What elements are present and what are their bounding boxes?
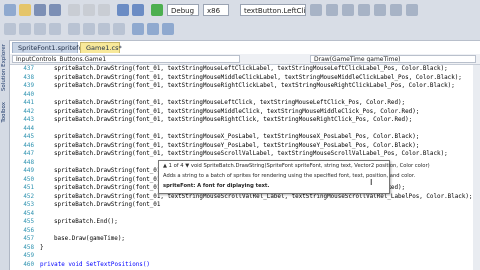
i-beam-cursor-icon: I (370, 178, 373, 187)
previous-bookmark-icon[interactable] (147, 23, 159, 35)
class-dropdown[interactable]: InputControls_Buttons.Game1 (12, 55, 240, 63)
tooltip-signature: void SpriteBatch.DrawString(SpriteFont s… (190, 163, 430, 169)
cut-icon[interactable] (68, 4, 80, 16)
paste-icon[interactable] (98, 4, 110, 16)
copy-icon[interactable] (83, 4, 95, 16)
comment-icon[interactable] (98, 23, 110, 35)
vertical-scrollbar[interactable] (473, 65, 480, 270)
decrease-indent-icon[interactable] (68, 23, 80, 35)
start-debugging-icon[interactable] (151, 4, 163, 16)
member-dropdown[interactable]: Draw(GameTime gameTime) (310, 55, 476, 63)
find-combo[interactable]: textButton.LeftClick (240, 4, 306, 16)
platform-combo[interactable]: x86 (203, 4, 229, 16)
tooltip-up-arrow-icon[interactable]: ▲ (163, 163, 167, 169)
object-browser-icon[interactable] (358, 4, 370, 16)
open-file-icon[interactable] (19, 4, 31, 16)
solution-explorer-tab[interactable]: Solution Explorer (1, 44, 7, 91)
bookmark-icon[interactable] (132, 23, 144, 35)
document-tabs: SpriteFont1.spritefont Game1.cs* (10, 42, 480, 54)
quick-info-icon[interactable] (34, 23, 46, 35)
toolbar-row-standard: Debug x86 textButton.LeftClick (0, 2, 480, 20)
navigation-bar: InputControls_Buttons.Game1 Draw(GameTim… (10, 54, 480, 65)
start-page-icon[interactable] (390, 4, 402, 16)
toolbox-tab[interactable]: Toolbox (1, 102, 7, 123)
redo-icon[interactable] (132, 4, 144, 16)
tooltip-overload-counter: 1 of 4 (168, 163, 184, 169)
list-members-icon[interactable] (4, 23, 16, 35)
tab-spritefont[interactable]: SpriteFont1.spritefont (12, 42, 89, 53)
configuration-combo[interactable]: Debug (167, 4, 199, 16)
next-bookmark-icon[interactable] (162, 23, 174, 35)
parameter-info-icon[interactable] (19, 23, 31, 35)
tooltip-description: Adds a string to a batch of sprites for … (163, 173, 416, 179)
toolbox-icon[interactable] (374, 4, 386, 16)
find-icon[interactable] (310, 4, 322, 16)
toolbar-row-text-editor (0, 21, 480, 39)
parameter-info-tooltip: ▲ 1 of 4 ▼ void SpriteBatch.DrawString(S… (158, 160, 430, 194)
increase-indent-icon[interactable] (83, 23, 95, 35)
tooltip-header: ▲ 1 of 4 ▼ void SpriteBatch.DrawString(S… (163, 163, 430, 169)
tab-game1[interactable]: Game1.cs* (80, 42, 122, 53)
save-all-icon[interactable] (49, 4, 61, 16)
tooltip-down-arrow-icon[interactable]: ▼ (185, 163, 189, 169)
uncomment-icon[interactable] (113, 23, 125, 35)
toolbar: Debug x86 textButton.LeftClick (0, 0, 480, 41)
left-tool-rail: Solution Explorer Toolbox (0, 40, 10, 270)
new-project-icon[interactable] (4, 4, 16, 16)
solution-explorer-icon[interactable] (326, 4, 338, 16)
properties-icon[interactable] (342, 4, 354, 16)
word-completion-icon[interactable] (49, 23, 61, 35)
tooltip-parameter: spriteFont: A font for diplaying text. (163, 183, 270, 189)
extension-manager-icon[interactable] (406, 4, 418, 16)
save-icon[interactable] (34, 4, 46, 16)
undo-icon[interactable] (117, 4, 129, 16)
